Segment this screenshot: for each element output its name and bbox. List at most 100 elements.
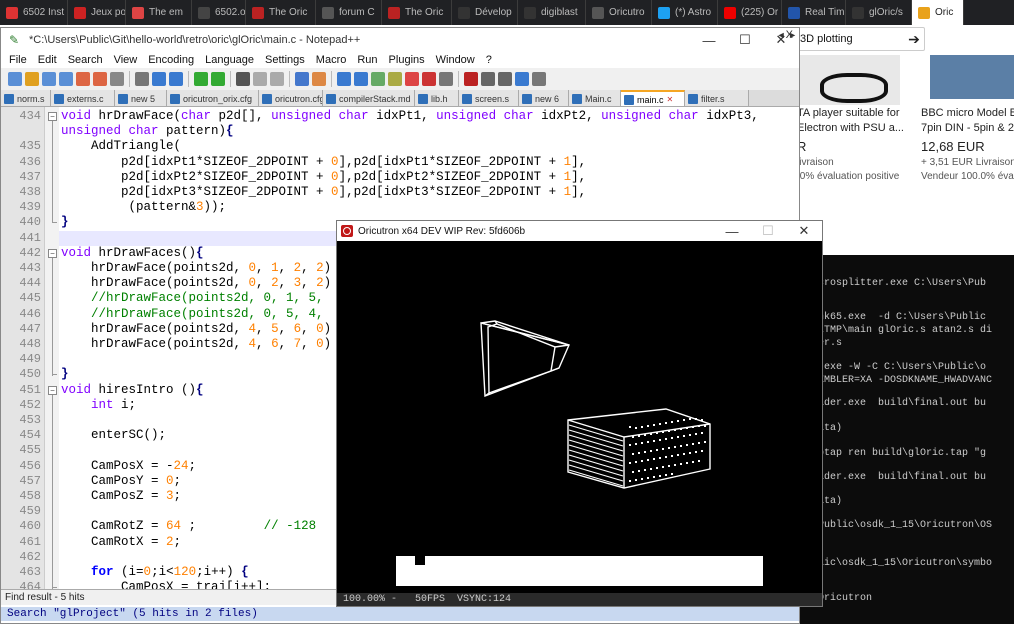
menu-item-run[interactable]: Run — [357, 54, 377, 66]
product-desc[interactable]: BBC micro Model B — [921, 107, 1014, 119]
eye-icon[interactable] — [439, 72, 453, 86]
menu-item-view[interactable]: View — [114, 54, 138, 66]
code-line[interactable]: unsigned char pattern){ — [61, 124, 234, 139]
zoom-in-icon[interactable] — [253, 72, 267, 86]
indent-guide-icon[interactable] — [337, 72, 351, 86]
play-macro-icon[interactable] — [498, 72, 512, 86]
zoom-out-icon[interactable] — [270, 72, 284, 86]
code-line[interactable]: p2d[idxPt3*SIZEOF_2DPOINT + 0],p2d[idxPt… — [61, 185, 586, 200]
browser-tab[interactable]: Real Tim — [782, 0, 846, 25]
tab-externs-c[interactable]: externs.c — [51, 90, 115, 106]
fold-toggle-icon[interactable]: − — [48, 386, 57, 395]
code-line[interactable]: hrDrawFace(points2d, 4, 5, 6, 0) — [61, 322, 331, 337]
find-result-line[interactable]: Search "glProject" (5 hits in 2 files) — [1, 607, 799, 621]
save-macro-icon[interactable] — [532, 72, 546, 86]
code-line[interactable]: AddTriangle( — [61, 139, 181, 154]
paste-icon[interactable] — [169, 72, 183, 86]
tab-main-c[interactable]: Main.c — [569, 90, 621, 106]
product-image[interactable] — [795, 55, 900, 105]
tab-oricutron-orix-cfg[interactable]: oricutron_orix.cfg — [167, 90, 259, 106]
browser-tab[interactable]: Dévelop — [452, 0, 518, 25]
code-line[interactable]: hrDrawFace(points2d, 4, 6, 7, 0) — [61, 337, 331, 352]
browser-tab[interactable]: Jeux po — [68, 0, 126, 25]
oricutron-window[interactable]: Oricutron x64 DEV WIP Rev: 5fd606b — ☐ ✕ — [336, 220, 823, 607]
search-input[interactable]: 3D plotting ➔ — [795, 27, 925, 51]
browser-tab[interactable]: (225) Or — [718, 0, 782, 25]
monitor-icon[interactable] — [422, 72, 436, 86]
browser-tab[interactable]: Oric — [912, 0, 964, 25]
console-window[interactable]: \macrosplitter.exe C:\Users\Pub \link65.e… — [800, 255, 1014, 624]
browser-tab[interactable]: 6502.org — [192, 0, 246, 25]
code-line[interactable]: hrDrawFace(points2d, 0, 2, 3, 2) — [61, 276, 331, 291]
browser-tab[interactable]: digiblast — [518, 0, 586, 25]
save-all-icon[interactable] — [59, 72, 73, 86]
browser-tab[interactable]: 6502 Inst — [0, 0, 68, 25]
new-file-icon[interactable] — [8, 72, 22, 86]
stop-macro-icon[interactable] — [481, 72, 495, 86]
menu-item-window[interactable]: Window — [436, 54, 475, 66]
code-line[interactable]: //hrDrawFace(points2d, 0, 1, 5, — [61, 291, 324, 306]
code-line[interactable]: void hrDrawFaces(){ — [61, 246, 204, 261]
menu-item-[interactable]: ? — [486, 54, 492, 66]
fold-toggle-icon[interactable]: − — [48, 112, 57, 121]
browser-tab[interactable]: forum C — [316, 0, 382, 25]
maximize-button[interactable]: ☐ — [727, 32, 763, 48]
browser-tab[interactable]: Oricutro — [586, 0, 652, 25]
tab-filter-s[interactable]: filter.s — [685, 90, 749, 106]
print-icon[interactable] — [110, 72, 124, 86]
code-line[interactable]: enterSC(); — [61, 428, 166, 443]
code-line[interactable]: CamPosX = -24; — [61, 459, 196, 474]
menu-item-macro[interactable]: Macro — [316, 54, 347, 66]
fold-toggle-icon[interactable]: − — [48, 249, 57, 258]
browser-tab[interactable]: The Oric — [382, 0, 452, 25]
code-line[interactable]: //hrDrawFace(points2d, 0, 5, 4, — [61, 307, 324, 322]
menu-item-encoding[interactable]: Encoding — [148, 54, 194, 66]
product-desc[interactable]: 7pin DIN - 5pin & 2 — [921, 122, 1014, 134]
menu-item-settings[interactable]: Settings — [265, 54, 305, 66]
code-line[interactable]: int i; — [61, 398, 136, 413]
menu-item-edit[interactable]: Edit — [38, 54, 57, 66]
find-result-panel[interactable]: Search "glProject" (5 hits in 2 files) — [1, 605, 799, 623]
code-line[interactable]: void hrDrawFace(char p2d[], unsigned cha… — [61, 109, 759, 124]
arrow-right-icon[interactable]: ➔ — [904, 28, 924, 50]
code-line[interactable]: CamPosX = traj[i++]; — [61, 580, 271, 589]
tab-new-5[interactable]: new 5 — [115, 90, 167, 106]
browser-tab[interactable]: The Oric — [246, 0, 316, 25]
code-line[interactable]: } — [61, 215, 69, 230]
find-icon[interactable] — [236, 72, 250, 86]
all-chars-icon[interactable] — [354, 72, 368, 86]
maximize-button[interactable]: ☐ — [750, 223, 786, 239]
redo-icon[interactable] — [211, 72, 225, 86]
code-line[interactable]: void hiresIntro (){ — [61, 383, 204, 398]
close-all-icon[interactable] — [93, 72, 107, 86]
code-line[interactable]: } — [61, 367, 69, 382]
run-macro-icon[interactable] — [515, 72, 529, 86]
tab-new-6[interactable]: new 6 — [519, 90, 569, 106]
menu-item-file[interactable]: File — [9, 54, 27, 66]
menu-item-plugins[interactable]: Plugins — [389, 54, 425, 66]
code-line[interactable]: p2d[idxPt2*SIZEOF_2DPOINT + 0],p2d[idxPt… — [61, 170, 586, 185]
menu-item-language[interactable]: Language — [205, 54, 254, 66]
product-image[interactable] — [930, 55, 1014, 99]
tab-screen-s[interactable]: screen.s — [459, 90, 519, 106]
code-line[interactable]: hrDrawFace(points2d, 0, 1, 2, 2) — [61, 261, 331, 276]
tab-lib-h[interactable]: lib.h — [415, 90, 459, 106]
undo-icon[interactable] — [194, 72, 208, 86]
emulator-screen[interactable] — [337, 241, 822, 593]
copy-icon[interactable] — [152, 72, 166, 86]
menu-item-search[interactable]: Search — [68, 54, 103, 66]
fold-margin[interactable]: − − − — [45, 107, 59, 589]
open-file-icon[interactable] — [25, 72, 39, 86]
product-desc[interactable]: Electron with PSU a... — [797, 122, 907, 134]
code-line[interactable]: CamPosZ = 3; — [61, 489, 181, 504]
close-button[interactable]: ✕ — [786, 223, 822, 239]
cut-icon[interactable] — [135, 72, 149, 86]
tab-main-c[interactable]: main.c ✕ — [621, 90, 685, 106]
browser-tab[interactable]: The em — [126, 0, 192, 25]
tab-norm-s[interactable]: norm.s — [1, 90, 51, 106]
record-macro-icon[interactable] — [464, 72, 478, 86]
code-line[interactable]: CamRotZ = 64 ; // -128 — [61, 519, 316, 534]
code-line[interactable]: p2d[idxPt1*SIZEOF_2DPOINT + 0],p2d[idxPt… — [61, 155, 586, 170]
function-list-icon[interactable] — [388, 72, 402, 86]
save-icon[interactable] — [42, 72, 56, 86]
